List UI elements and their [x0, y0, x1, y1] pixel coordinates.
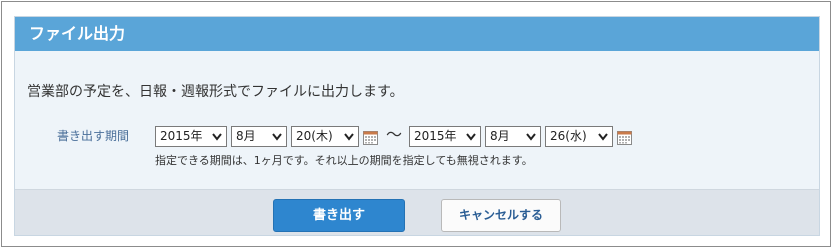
dialog-header: ファイル出力: [15, 17, 819, 51]
calendar-icon[interactable]: [363, 130, 378, 145]
chevron-down-icon: [526, 133, 536, 141]
period-label: 書き出す期間: [57, 129, 130, 143]
chevron-down-icon: [344, 133, 354, 141]
cancel-button[interactable]: キャンセルする: [441, 199, 561, 232]
period-separator: 〜: [386, 125, 403, 144]
start-month-value: 8月: [236, 129, 256, 143]
calendar-icon[interactable]: [617, 130, 632, 145]
chevron-down-icon: [466, 133, 476, 141]
start-month-select[interactable]: 8月: [231, 126, 287, 147]
end-year-value: 2015年: [414, 129, 457, 143]
export-dialog: ファイル出力 営業部の予定を、日報・週報形式でファイルに出力します。 書き出す期…: [14, 16, 820, 236]
end-month-select[interactable]: 8月: [485, 126, 541, 147]
period-note: 指定できる期間は、1ヶ月です。それ以上の期間を指定しても無視されます。: [155, 154, 533, 167]
export-button[interactable]: 書き出す: [273, 199, 405, 232]
chevron-down-icon: [272, 133, 282, 141]
window-frame: ファイル出力 営業部の予定を、日報・週報形式でファイルに出力します。 書き出す期…: [1, 1, 831, 247]
chevron-down-icon: [598, 133, 608, 141]
end-month-value: 8月: [490, 129, 510, 143]
chevron-down-icon: [212, 133, 222, 141]
start-day-select[interactable]: 20(木): [291, 126, 359, 147]
end-year-select[interactable]: 2015年: [409, 126, 481, 147]
start-year-select[interactable]: 2015年: [155, 126, 227, 147]
start-year-value: 2015年: [160, 129, 203, 143]
dialog-footer: [15, 189, 819, 235]
start-day-value: 20(木): [296, 129, 333, 143]
end-day-select[interactable]: 26(水): [545, 126, 613, 147]
end-day-value: 26(水): [550, 129, 587, 143]
dialog-title: ファイル出力: [29, 24, 126, 43]
dialog-description: 営業部の予定を、日報・週報形式でファイルに出力します。: [27, 84, 404, 100]
